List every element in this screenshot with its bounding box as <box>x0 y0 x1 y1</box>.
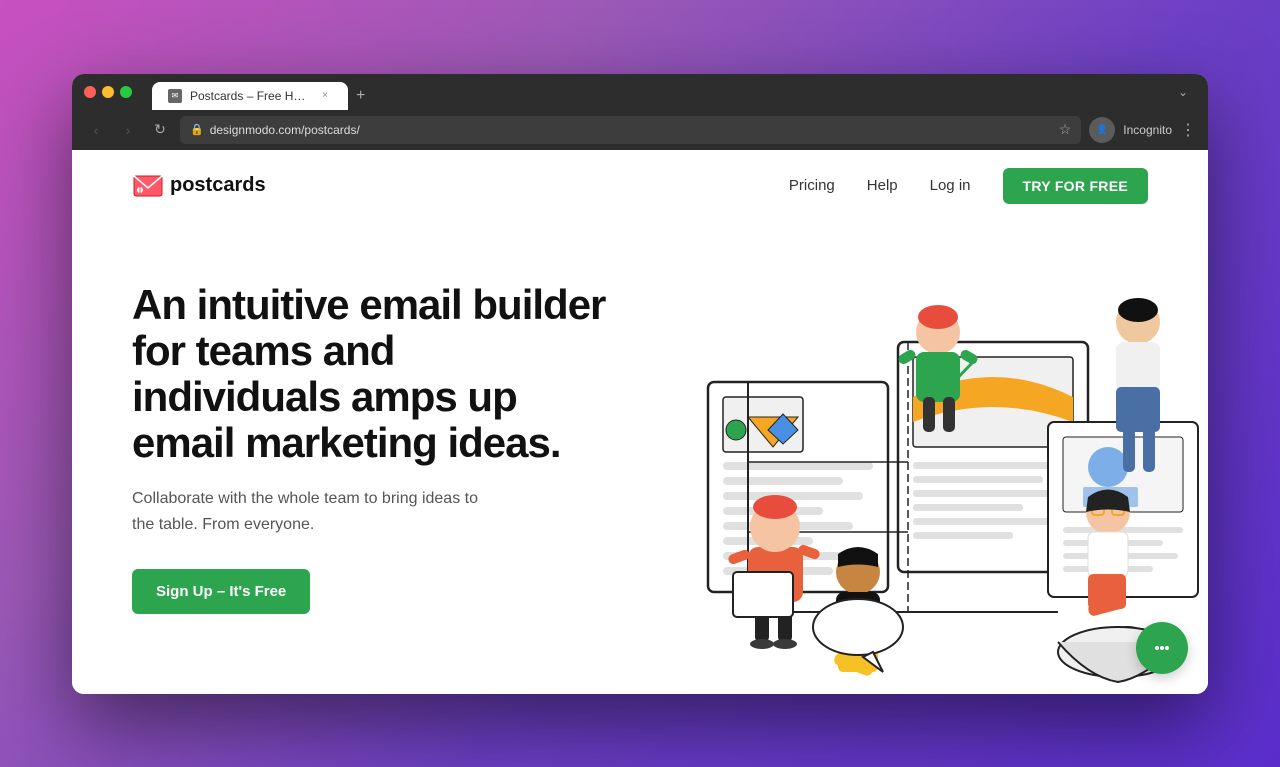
profile-button[interactable]: 👤 <box>1089 117 1115 143</box>
close-window-button[interactable] <box>84 86 96 98</box>
refresh-button[interactable]: ↻ <box>148 118 172 142</box>
addressbar: ‹ › ↻ 🔒 designmodo.com/postcards/ ☆ 👤 In… <box>72 110 1208 150</box>
url-text: designmodo.com/postcards/ <box>210 123 360 137</box>
forward-button[interactable]: › <box>116 118 140 142</box>
tab-favicon: ✉ <box>168 89 182 103</box>
tab-title: Postcards – Free HTML Email <box>190 89 310 103</box>
website-content: postcards Pricing Help Log in TRY FOR FR… <box>72 150 1208 694</box>
help-link[interactable]: Help <box>867 177 898 194</box>
site-logo[interactable]: postcards <box>132 170 266 202</box>
hero-headline: An intuitive email builder for teams and… <box>132 282 612 467</box>
hero-subtext: Collaborate with the whole team to bring… <box>132 486 492 537</box>
hero-illustration <box>628 222 1208 694</box>
chat-icon <box>1149 635 1175 661</box>
hero-text-block: An intuitive email builder for teams and… <box>132 262 612 615</box>
logo-icon <box>132 170 164 202</box>
new-tab-button[interactable]: + <box>348 82 373 110</box>
bookmark-icon[interactable]: ☆ <box>1059 121 1072 138</box>
signup-button[interactable]: Sign Up – It's Free <box>132 569 310 614</box>
browser-menu-button[interactable]: ⋮ <box>1180 120 1196 140</box>
profile-label: 👤 <box>1097 124 1108 135</box>
browser-window: ✉ Postcards – Free HTML Email × + ⌄ ‹ › … <box>72 74 1208 694</box>
hero-section: An intuitive email builder for teams and… <box>72 222 1208 694</box>
site-navigation: postcards Pricing Help Log in TRY FOR FR… <box>72 150 1208 222</box>
fullscreen-window-button[interactable] <box>120 86 132 98</box>
try-for-free-button[interactable]: TRY FOR FREE <box>1003 168 1149 204</box>
tab-close-button[interactable]: × <box>318 89 332 103</box>
titlebar: ✉ Postcards – Free HTML Email × + ⌄ <box>72 74 1208 110</box>
traffic-lights <box>84 86 132 98</box>
login-link[interactable]: Log in <box>930 177 971 194</box>
url-bar[interactable]: 🔒 designmodo.com/postcards/ ☆ <box>180 116 1081 144</box>
team-illustration <box>628 222 1208 694</box>
profile-name: Incognito <box>1123 123 1172 137</box>
lock-icon: 🔒 <box>190 123 204 136</box>
logo-text: postcards <box>170 174 266 197</box>
tab-menu-button[interactable]: ⌄ <box>1170 81 1196 103</box>
active-tab[interactable]: ✉ Postcards – Free HTML Email × <box>152 82 348 110</box>
nav-links: Pricing Help Log in TRY FOR FREE <box>789 168 1148 204</box>
minimize-window-button[interactable] <box>102 86 114 98</box>
chat-bubble-button[interactable] <box>1136 622 1188 674</box>
back-button[interactable]: ‹ <box>84 118 108 142</box>
pricing-link[interactable]: Pricing <box>789 177 835 194</box>
